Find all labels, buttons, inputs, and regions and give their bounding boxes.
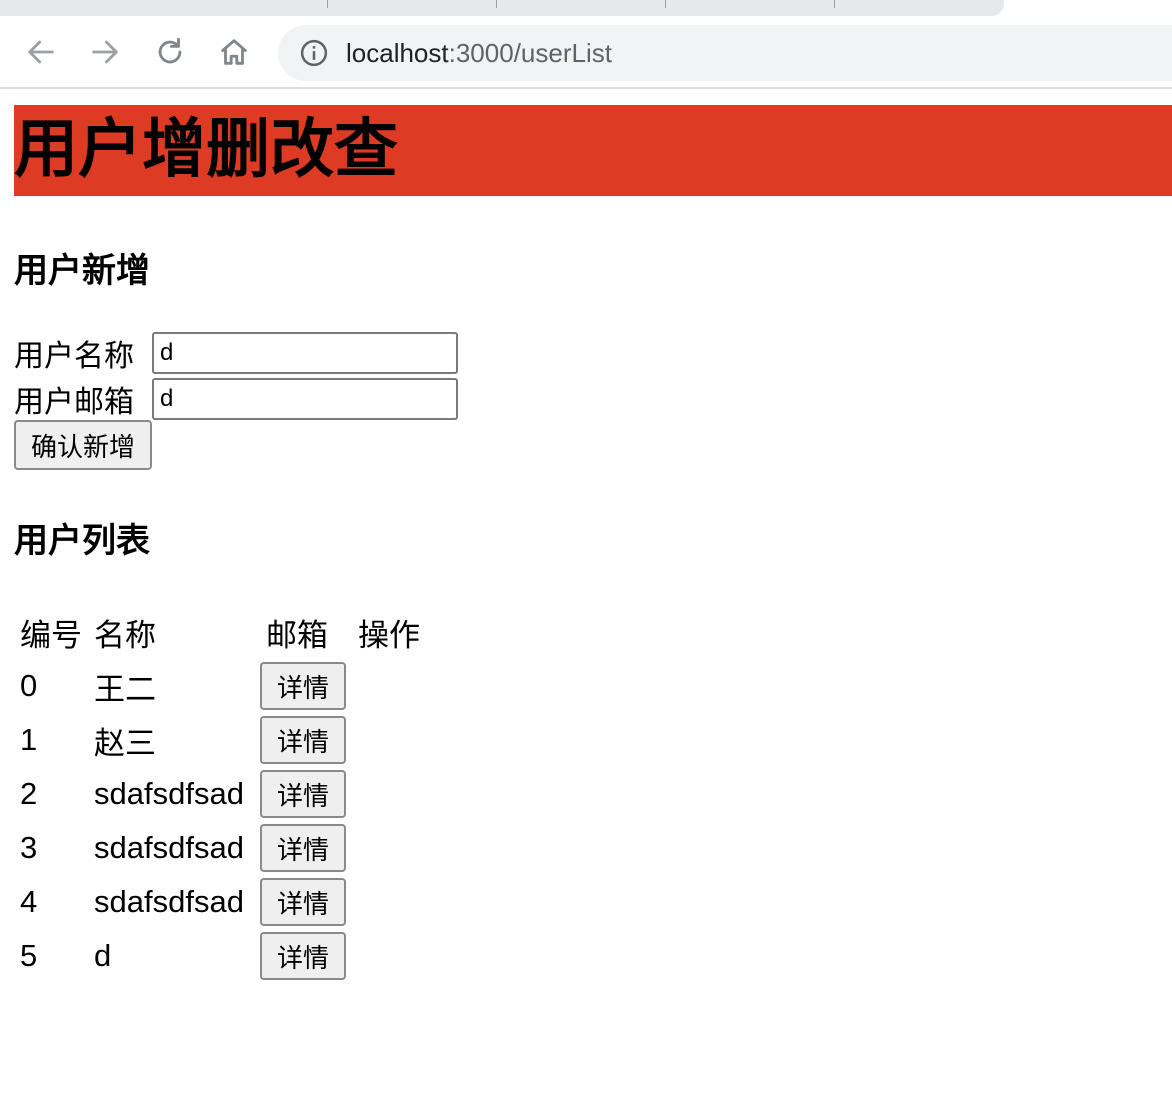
user-email-input[interactable] [152, 378, 458, 420]
column-header-id: 编号 [20, 617, 82, 654]
user-id: 1 [20, 722, 38, 757]
home-button[interactable] [214, 32, 254, 72]
user-name: sdafsdfsad [94, 830, 244, 865]
user-list-heading: 用户列表 [14, 521, 150, 561]
tab-strip [0, 0, 1172, 17]
name-label: 用户名称 [14, 339, 134, 374]
home-icon [221, 39, 247, 65]
user-name: sdafsdfsad [94, 776, 244, 811]
browser-toolbar: localhost:3000/userList [0, 17, 1172, 89]
detail-button[interactable]: 详情 [260, 770, 346, 818]
table-row: 4 sdafsdfsad 详情 [14, 875, 426, 929]
user-action [352, 821, 426, 875]
table-row: 1 赵三 详情 [14, 713, 426, 767]
user-action [352, 713, 426, 767]
user-email: 详情 [260, 659, 352, 713]
info-icon[interactable] [299, 38, 329, 68]
user-id: 5 [20, 938, 38, 973]
user-email: 详情 [260, 713, 352, 767]
column-header-action: 操作 [358, 617, 420, 654]
detail-button[interactable]: 详情 [260, 878, 346, 926]
user-action [352, 875, 426, 929]
email-label: 用户邮箱 [14, 385, 134, 420]
user-email: 详情 [260, 821, 352, 875]
user-name: 赵三 [94, 725, 156, 761]
back-button[interactable] [21, 32, 61, 72]
table-row: 0 王二 详情 [14, 659, 426, 713]
arrow-left-icon [28, 40, 54, 64]
url-text[interactable]: localhost:3000/userList [346, 38, 612, 68]
table-row: 3 sdafsdfsad 详情 [14, 821, 426, 875]
confirm-add-button[interactable]: 确认新增 [14, 420, 152, 470]
address-bar[interactable]: localhost:3000/userList [278, 25, 1172, 81]
user-name: sdafsdfsad [94, 884, 244, 919]
arrow-right-icon [92, 40, 118, 64]
name-row: 用户名称 [14, 332, 458, 374]
user-name: d [94, 938, 112, 973]
user-id: 4 [20, 884, 38, 919]
user-email: 详情 [260, 875, 352, 929]
forward-button[interactable] [85, 32, 125, 72]
detail-button[interactable]: 详情 [260, 824, 346, 872]
detail-button[interactable]: 详情 [260, 662, 346, 710]
user-id: 0 [20, 668, 38, 703]
user-id: 3 [20, 830, 38, 865]
tab-separator [327, 0, 328, 8]
column-header-name: 名称 [94, 617, 156, 654]
table-header-row: 编号 名称 邮箱 操作 [14, 605, 426, 659]
user-id: 2 [20, 776, 38, 811]
page-title: 用户增删改查 [14, 105, 1172, 196]
email-row: 用户邮箱 [14, 378, 458, 420]
user-action [352, 767, 426, 821]
user-table: 编号 名称 邮箱 操作 0 王二 详情 1 赵三 详情 2 sdafsdfsad [14, 605, 426, 983]
tab-separator [834, 0, 835, 8]
reload-icon [158, 37, 182, 64]
page-content: 用户增删改查 用户新增 用户名称 用户邮箱 确认新增 用户列表 编号 名称 邮箱… [14, 105, 1172, 980]
user-email: 详情 [260, 767, 352, 821]
url-host: localhost [346, 38, 449, 68]
table-row: 5 d 详情 [14, 929, 426, 983]
tab-separator [665, 0, 666, 8]
add-user-heading: 用户新增 [14, 251, 150, 291]
table-row: 2 sdafsdfsad 详情 [14, 767, 426, 821]
user-action [352, 929, 426, 983]
detail-button[interactable]: 详情 [260, 716, 346, 764]
reload-button[interactable] [150, 32, 190, 72]
tab-separator [496, 0, 497, 8]
user-action [352, 659, 426, 713]
column-header-email: 邮箱 [266, 617, 328, 654]
user-email: 详情 [260, 929, 352, 983]
user-name-input[interactable] [152, 332, 458, 374]
tab-strip-background [0, 0, 1004, 16]
user-name: 王二 [94, 671, 156, 707]
url-path: :3000/userList [448, 38, 612, 68]
detail-button[interactable]: 详情 [260, 932, 346, 980]
